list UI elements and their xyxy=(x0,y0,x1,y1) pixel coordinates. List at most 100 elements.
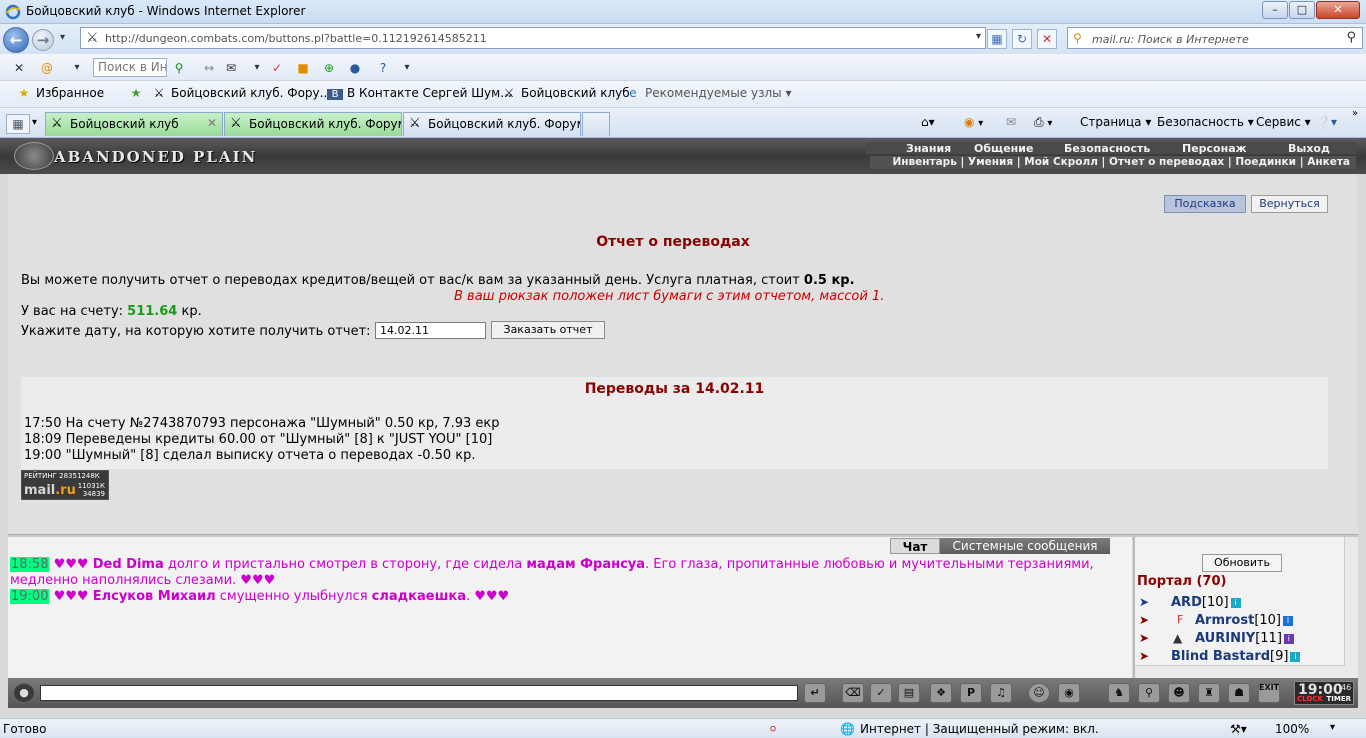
eraser-icon[interactable]: ⌫ xyxy=(842,683,864,703)
vertical-scrollbar[interactable] xyxy=(1344,537,1358,678)
message-target[interactable]: сладкаешка xyxy=(372,589,466,604)
home-icon[interactable]: ⌂▾ xyxy=(921,115,935,129)
feeds-icon[interactable]: ◉ ▾ xyxy=(964,115,983,129)
chat-input[interactable] xyxy=(40,685,798,701)
private-message-icon[interactable]: ➤ xyxy=(1139,649,1149,663)
private-message-icon[interactable]: ➤ xyxy=(1139,631,1149,645)
web-search-field[interactable]: ⚲ mail.ru: Поиск в Интернете ⚲ xyxy=(1067,27,1363,49)
message-nick[interactable]: Ded Dima xyxy=(93,557,164,572)
menu-security[interactable]: Безопасность xyxy=(1064,142,1150,155)
speaker-icon[interactable]: ♫ xyxy=(990,683,1012,703)
zoom-dropdown-icon[interactable]: ▾ xyxy=(1330,722,1335,733)
message-target[interactable]: мадам Франсуа xyxy=(526,557,645,572)
page-menu[interactable]: Страница ▾ xyxy=(1080,115,1151,129)
vkontakte-icon[interactable]: ● xyxy=(346,59,364,77)
maximize-button[interactable]: □ xyxy=(1289,1,1315,19)
url-dropdown-icon[interactable]: ▾ xyxy=(976,31,981,42)
smiley-icon[interactable]: ☺ xyxy=(1028,683,1050,703)
close-toolbar-icon[interactable]: ✕ xyxy=(10,59,28,77)
help-icon[interactable]: ? xyxy=(374,59,392,77)
back-button-game[interactable]: Вернуться xyxy=(1251,195,1328,213)
history-dropdown-icon[interactable]: ▾ xyxy=(60,32,65,43)
mask-icon[interactable]: ☻ xyxy=(1168,683,1190,703)
tab-forum-1[interactable]: ⚔ Бойцовский клуб. Форум... xyxy=(224,112,402,136)
helmet-icon[interactable]: ◉ xyxy=(1058,683,1080,703)
private-icon[interactable]: P xyxy=(960,683,982,703)
read-mail-icon[interactable]: ✉ xyxy=(1006,115,1016,129)
quick-tabs-icon[interactable]: ▦ xyxy=(6,114,30,134)
add-icon[interactable]: ⊕ xyxy=(320,59,338,77)
security-zone[interactable]: Интернет | Защищенный режим: вкл. xyxy=(860,722,1099,736)
sub-menu-links[interactable]: Инвентарь | Умения | Мой Скролл | Отчет … xyxy=(892,156,1350,168)
compatibility-icon[interactable]: ▦ xyxy=(987,29,1007,49)
tab-system-messages[interactable]: Системные сообщения xyxy=(940,538,1110,554)
help-dropdown-icon[interactable]: ▾ xyxy=(398,59,416,77)
filter-icon[interactable]: ✓ xyxy=(870,683,892,703)
exit-icon[interactable]: EXIT xyxy=(1258,683,1280,703)
favorites-button[interactable]: ★ Избранное xyxy=(16,86,105,100)
message-time[interactable]: 18:58 xyxy=(10,557,50,572)
help-menu-icon[interactable]: ❔▾ xyxy=(1316,115,1337,129)
tab-fightclub[interactable]: ⚔ Бойцовский клуб ✕ xyxy=(45,112,223,136)
add-favorite-icon[interactable]: ★ xyxy=(128,86,148,100)
stop-icon[interactable]: ✕ xyxy=(1037,29,1057,49)
toolbar-dropdown-icon[interactable]: ▾ xyxy=(68,59,86,77)
menu-character[interactable]: Персонаж xyxy=(1182,142,1247,155)
message-nick[interactable]: Елсуков Михаил xyxy=(93,589,216,604)
safety-menu[interactable]: Безопасность ▾ xyxy=(1157,115,1254,129)
send-icon[interactable]: ↵ xyxy=(804,683,826,703)
shop-icon[interactable]: ☗ xyxy=(1228,683,1250,703)
helm-icon[interactable]: ♜ xyxy=(1198,683,1220,703)
user-row[interactable]: ➤ Blind Bastard[9] i xyxy=(1139,649,1301,664)
refresh-button[interactable]: Обновить xyxy=(1202,554,1282,572)
date-input[interactable]: 14.02.11 xyxy=(375,322,486,339)
arrows-icon[interactable]: ↔ xyxy=(200,59,218,77)
search-icon[interactable]: ⚲ xyxy=(170,59,188,77)
user-row[interactable]: ➤ ▲ AURINIY[11] i xyxy=(1139,631,1294,646)
forward-button[interactable]: → xyxy=(32,29,54,51)
back-button[interactable]: ← xyxy=(3,27,29,53)
refresh-icon[interactable]: ↻ xyxy=(1012,29,1032,49)
private-message-icon[interactable]: ➤ xyxy=(1139,613,1149,627)
protected-mode-icon[interactable]: ⚒▾ xyxy=(1230,722,1247,736)
potion-icon[interactable]: ⚲ xyxy=(1138,683,1160,703)
close-window-button[interactable]: ✕ xyxy=(1316,1,1360,19)
private-message-icon[interactable]: ➤ xyxy=(1139,595,1149,609)
mailru-icon[interactable]: @ xyxy=(38,59,56,77)
favorite-link-fightclub[interactable]: ⚔ Бойцовский клуб xyxy=(501,86,630,100)
order-report-button[interactable]: Заказать отчет xyxy=(491,321,605,339)
message-time[interactable]: 19:00 xyxy=(10,589,50,604)
menu-knowledge[interactable]: Знания xyxy=(906,142,951,155)
mail-dropdown-icon[interactable]: ▾ xyxy=(248,59,266,77)
save-log-icon[interactable]: ▤ xyxy=(898,683,920,703)
favorite-recommended-sites[interactable]: e Рекомендуемые узлы ▾ xyxy=(625,86,791,100)
close-tab-icon[interactable]: ✕ xyxy=(207,116,217,130)
new-tab-button[interactable] xyxy=(582,112,610,136)
favorite-link-vkontakte[interactable]: BВ Контакте Сергей Шум... xyxy=(327,86,512,100)
mail-icon[interactable]: ✉ xyxy=(222,59,240,77)
favorite-link-forum-1[interactable]: ⚔ Бойцовский клуб. Фору... xyxy=(151,86,332,100)
toolbar-search-input[interactable]: Поиск в Инте xyxy=(93,58,167,77)
print-icon[interactable]: ⎙ ▾ xyxy=(1034,115,1052,130)
menu-exit[interactable]: Выход xyxy=(1288,142,1330,155)
hint-button[interactable]: Подсказка xyxy=(1164,195,1246,213)
tools-menu[interactable]: Сервис ▾ xyxy=(1256,115,1311,129)
url-field[interactable]: ⚔ http://dungeon.combats.com/buttons.pl?… xyxy=(80,27,986,49)
chat-mode-icon[interactable]: ● xyxy=(13,683,35,703)
search-go-icon[interactable]: ⚲ xyxy=(1346,30,1356,45)
zoom-level[interactable]: 100% xyxy=(1275,722,1309,736)
privacy-icon[interactable]: ⚪ xyxy=(768,722,778,736)
activity-icon[interactable]: ❖ xyxy=(930,683,952,703)
tab-list-dropdown-icon[interactable]: ▾ xyxy=(32,117,37,128)
horizontal-scrollbar[interactable] xyxy=(1135,665,1346,678)
user-row[interactable]: ➤ F Armrost[10] i xyxy=(1139,613,1293,628)
fighter-icon[interactable]: ♞ xyxy=(1108,683,1130,703)
user-row[interactable]: ➤ ARD[10] i xyxy=(1139,595,1241,610)
blocks-icon[interactable]: ■ xyxy=(294,59,312,77)
minimize-button[interactable]: – xyxy=(1262,1,1288,19)
mailru-rating-counter[interactable]: РЕЙТИНГ 28351248К mail.ru 11031К 34839 xyxy=(21,470,109,500)
tab-chat[interactable]: Чат xyxy=(890,538,940,554)
more-commands-icon[interactable]: » xyxy=(1352,108,1358,119)
tab-forum-2[interactable]: ⚔ Бойцовский клуб. Форум... xyxy=(403,112,581,136)
heart-check-icon[interactable]: ✓ xyxy=(268,59,286,77)
